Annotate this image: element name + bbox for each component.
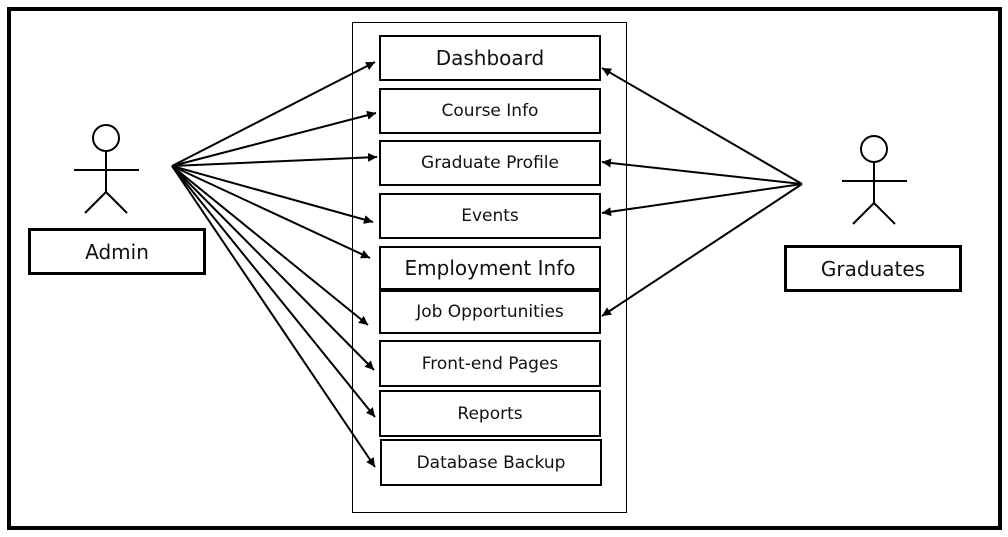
use-case-database-backup: Database Backup [380, 439, 602, 486]
use-case-dashboard: Dashboard [379, 35, 601, 81]
use-case-job-opportunities: Job Opportunities [379, 290, 601, 334]
graduates-label: Graduates [784, 245, 962, 292]
association-graduates-graduate-profile [601, 158, 803, 185]
association-admin-reports [171, 165, 376, 418]
use-case-events: Events [379, 193, 601, 239]
use-case-course-info: Course Info [379, 88, 601, 134]
use-case-graduate-profile: Graduate Profile [379, 140, 601, 186]
use-case-front-end-pages: Front-end Pages [379, 340, 601, 387]
admin-label: Admin [28, 228, 206, 275]
association-graduates-dashboard [601, 67, 803, 185]
admin-actor-icon [74, 124, 139, 214]
association-graduates-events [601, 183, 803, 217]
association-admin-database-backup [171, 165, 376, 468]
association-graduates-job-opportunities [601, 183, 803, 317]
use-case-reports: Reports [379, 390, 601, 437]
use-case-employment-info: Employment Info [379, 246, 601, 290]
association-admin-dashboard [171, 61, 376, 167]
graduates-actor-icon [842, 135, 907, 225]
